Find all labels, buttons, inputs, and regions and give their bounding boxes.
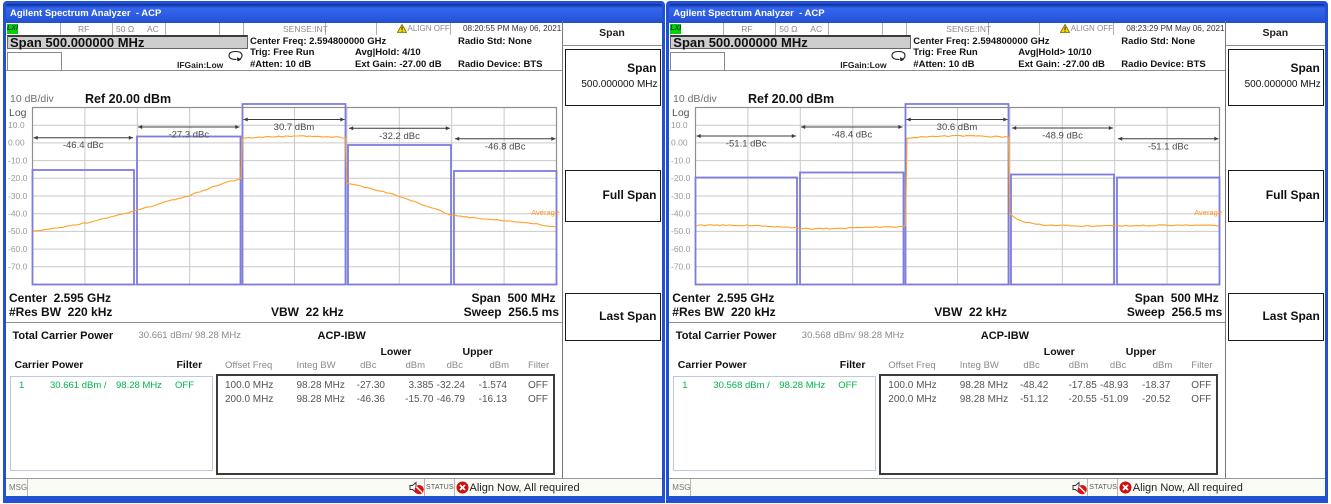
svg-text:-32.2 dBc: -32.2 dBc [379,131,420,142]
svg-text:-51.1 dBc: -51.1 dBc [726,139,767,150]
svg-text:-30.0: -30.0 [8,191,28,201]
svg-text:-60.0: -60.0 [8,244,28,254]
svg-text:0.00: 0.00 [8,138,25,148]
svg-text:10 dB/div: 10 dB/div [10,93,55,105]
svg-text:0.00: 0.00 [671,138,688,148]
svg-text:Ref 20.00 dBm: Ref 20.00 dBm [85,92,171,106]
svg-text:-51.1 dBc: -51.1 dBc [1148,141,1189,152]
svg-text:Average: Average [531,208,559,217]
svg-text:-50.0: -50.0 [671,226,691,236]
svg-text:30.6 dBm: 30.6 dBm [937,122,978,133]
svg-text:-70.0: -70.0 [8,262,28,272]
svg-text:-50.0: -50.0 [8,226,28,236]
svg-text:-48.9 dBc: -48.9 dBc [1042,131,1083,142]
svg-text:Log: Log [672,107,690,119]
svg-text:-70.0: -70.0 [671,262,691,272]
svg-text:-60.0: -60.0 [671,244,691,254]
svg-text:-46.4 dBc: -46.4 dBc [63,140,104,151]
svg-text:-40.0: -40.0 [671,209,691,219]
svg-text:30.7 dBm: 30.7 dBm [274,122,315,133]
svg-text:-10.0: -10.0 [8,155,28,165]
svg-text:Ref 20.00 dBm: Ref 20.00 dBm [748,92,834,106]
svg-text:-48.4 dBc: -48.4 dBc [832,130,873,141]
svg-text:-46.8 dBc: -46.8 dBc [485,141,526,152]
svg-text:10 dB/div: 10 dB/div [673,93,718,105]
svg-text:10.0: 10.0 [671,120,688,130]
svg-text:-10.0: -10.0 [671,155,691,165]
svg-text:-20.0: -20.0 [8,173,28,183]
svg-text:Log: Log [9,107,27,119]
svg-text:-30.0: -30.0 [671,191,691,201]
svg-text:-27.3 dBc: -27.3 dBc [168,130,209,141]
svg-text:-40.0: -40.0 [8,209,28,219]
svg-text:10.0: 10.0 [8,120,25,130]
svg-text:-20.0: -20.0 [671,173,691,183]
svg-text:Average: Average [1194,208,1222,217]
